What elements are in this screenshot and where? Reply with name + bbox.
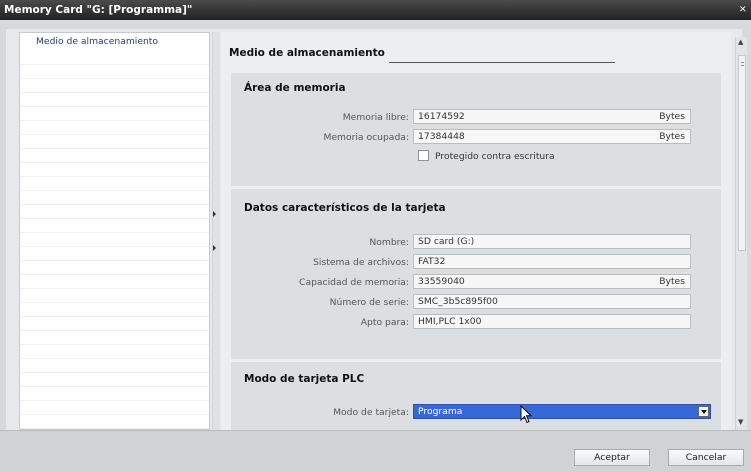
close-icon[interactable]: ✕ bbox=[739, 0, 751, 20]
plc-card-mode-title: Modo de tarjeta PLC bbox=[244, 373, 365, 385]
card-name-field: SD card (G:) bbox=[413, 234, 691, 249]
card-mode-value: Programa bbox=[418, 406, 463, 417]
window-titlebar: Memory Card "G: [Programma]" ✕ bbox=[0, 0, 751, 20]
navigation-empty-rows bbox=[20, 51, 209, 429]
thumb-grip-icon bbox=[741, 62, 744, 66]
capacity-field: 33559040 Bytes bbox=[413, 274, 691, 289]
collapse-left-icon[interactable] bbox=[213, 211, 216, 217]
cancel-button[interactable]: Cancelar bbox=[668, 449, 744, 466]
used-memory-label: Memoria ocupada: bbox=[323, 132, 409, 143]
card-data-section: Datos característicos de la tarjeta Nomb… bbox=[231, 189, 721, 359]
card-mode-label: Modo de tarjeta: bbox=[333, 407, 409, 418]
nav-item-storage-medium[interactable]: Medio de almacenamiento bbox=[20, 33, 209, 51]
filesystem-label: Sistema de archivos: bbox=[313, 257, 409, 268]
scroll-down-icon[interactable]: ▼ bbox=[738, 418, 743, 427]
scrollbar-thumb[interactable] bbox=[738, 55, 746, 251]
serial-number-field: SMC_3b5c895f00 bbox=[413, 294, 691, 309]
used-memory-unit: Bytes bbox=[659, 131, 685, 142]
capacity-label: Capacidad de memoria: bbox=[299, 277, 409, 288]
card-mode-select[interactable]: Programa bbox=[413, 404, 711, 419]
used-memory-field: 17384448 Bytes bbox=[413, 129, 691, 144]
card-data-title: Datos característicos de la tarjeta bbox=[244, 202, 446, 214]
write-protect-label: Protegido contra escritura bbox=[435, 151, 555, 162]
capacity-unit: Bytes bbox=[659, 276, 685, 287]
navigation-pane: Medio de almacenamiento bbox=[19, 32, 210, 430]
pane-splitter[interactable] bbox=[212, 32, 220, 430]
window-title: Memory Card "G: [Programma]" bbox=[4, 4, 193, 16]
content-pane: Medio de almacenamiento Área de memoria … bbox=[221, 32, 731, 430]
scroll-up-icon[interactable]: ▲ bbox=[738, 38, 743, 47]
memory-area-title: Área de memoria bbox=[244, 82, 346, 94]
memory-area-section: Área de memoria Memoria libre: 16174592 … bbox=[231, 73, 721, 186]
suitable-for-field: HMI,PLC 1x00 bbox=[413, 314, 691, 329]
chevron-down-icon[interactable] bbox=[698, 406, 709, 417]
title-divider bbox=[389, 62, 615, 63]
card-name-value: SD card (G:) bbox=[418, 236, 475, 247]
page-title: Medio de almacenamiento bbox=[229, 47, 385, 59]
free-memory-value: 16174592 bbox=[418, 111, 465, 122]
filesystem-value: FAT32 bbox=[418, 256, 446, 267]
plc-card-mode-section: Modo de tarjeta PLC Modo de tarjeta: Pro… bbox=[231, 362, 721, 430]
free-memory-field: 16174592 Bytes bbox=[413, 109, 691, 124]
free-memory-unit: Bytes bbox=[659, 111, 685, 122]
filesystem-field: FAT32 bbox=[413, 254, 691, 269]
serial-number-value: SMC_3b5c895f00 bbox=[418, 296, 498, 307]
mouse-cursor-icon bbox=[520, 405, 533, 424]
card-name-label: Nombre: bbox=[369, 237, 409, 248]
free-memory-label: Memoria libre: bbox=[342, 112, 409, 123]
capacity-value: 33559040 bbox=[418, 276, 465, 287]
dialog-body: Medio de almacenamiento Medio de almacen… bbox=[6, 29, 747, 430]
suitable-for-value: HMI,PLC 1x00 bbox=[418, 316, 482, 327]
used-memory-value: 17384448 bbox=[418, 131, 465, 142]
write-protect-checkbox[interactable] bbox=[418, 150, 429, 161]
collapse-right-icon[interactable] bbox=[213, 245, 216, 251]
content-scrollbar[interactable]: ▲ ▼ bbox=[735, 37, 747, 430]
dialog-footer: Aceptar Cancelar bbox=[0, 430, 751, 472]
serial-number-label: Número de serie: bbox=[329, 297, 409, 308]
suitable-for-label: Apto para: bbox=[360, 317, 409, 328]
accept-button[interactable]: Aceptar bbox=[574, 449, 650, 466]
